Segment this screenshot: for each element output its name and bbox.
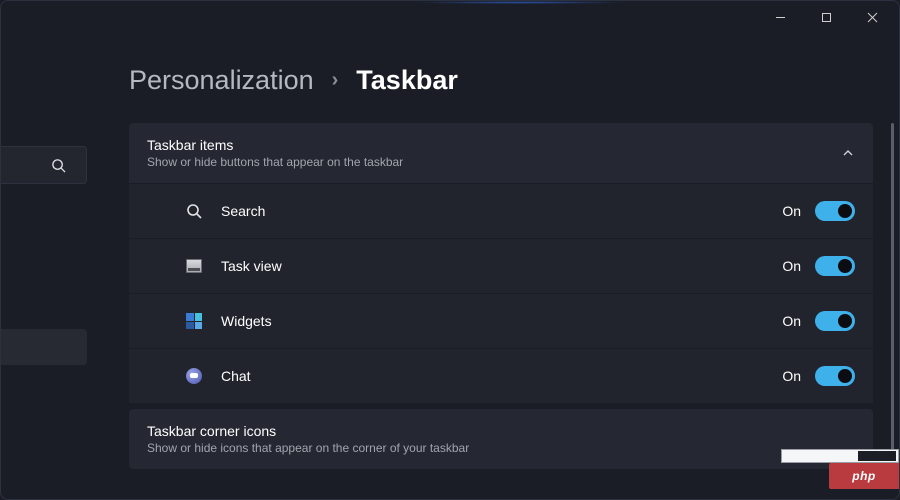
taskbar-item-search: Search On — [129, 184, 873, 238]
item-label: Chat — [221, 368, 251, 384]
section-header-text: Taskbar corner icons Show or hide icons … — [147, 423, 469, 455]
taskbar-item-chat: Chat On — [129, 349, 873, 403]
window-accent — [410, 1, 630, 4]
toggle-state-label: On — [782, 258, 801, 274]
toggle-search[interactable] — [815, 201, 855, 221]
chat-icon — [185, 367, 203, 385]
watermark-badge: php — [829, 463, 899, 489]
taskview-icon — [185, 257, 203, 275]
section-description: Show or hide buttons that appear on the … — [147, 155, 403, 169]
sidebar-nav-item[interactable] — [1, 329, 87, 365]
widgets-icon — [185, 312, 203, 330]
breadcrumb-parent[interactable]: Personalization — [129, 65, 314, 96]
toggle-state-label: On — [782, 203, 801, 219]
toggle-chat[interactable] — [815, 366, 855, 386]
toggle-state-label: On — [782, 313, 801, 329]
item-label: Search — [221, 203, 265, 219]
toggle-widgets[interactable] — [815, 311, 855, 331]
chevron-up-icon — [841, 146, 855, 160]
toggle-state-label: On — [782, 368, 801, 384]
scrollbar[interactable] — [891, 123, 894, 453]
maximize-button[interactable] — [803, 2, 849, 32]
close-button[interactable] — [849, 2, 895, 32]
breadcrumb-current: Taskbar — [356, 65, 458, 96]
titlebar — [1, 1, 899, 33]
watermark-strip — [781, 449, 899, 463]
sidebar-search-button[interactable] — [1, 146, 87, 184]
content-area: Taskbar items Show or hide buttons that … — [129, 123, 873, 470]
search-icon — [185, 202, 203, 220]
item-label: Widgets — [221, 313, 272, 329]
taskbar-item-taskview: Task view On — [129, 239, 873, 293]
minimize-button[interactable] — [757, 2, 803, 32]
section-corner-icons[interactable]: Taskbar corner icons Show or hide icons … — [129, 409, 873, 469]
section-taskbar-items[interactable]: Taskbar items Show or hide buttons that … — [129, 123, 873, 183]
taskbar-item-widgets: Widgets On — [129, 294, 873, 348]
settings-window: Personalization › Taskbar Taskbar items … — [0, 0, 900, 500]
chevron-right-icon: › — [332, 69, 339, 92]
section-header-text: Taskbar items Show or hide buttons that … — [147, 137, 403, 169]
breadcrumb: Personalization › Taskbar — [129, 65, 458, 96]
section-title: Taskbar corner icons — [147, 423, 469, 439]
section-description: Show or hide icons that appear on the co… — [147, 441, 469, 455]
toggle-taskview[interactable] — [815, 256, 855, 276]
item-label: Task view — [221, 258, 282, 274]
section-title: Taskbar items — [147, 137, 403, 153]
